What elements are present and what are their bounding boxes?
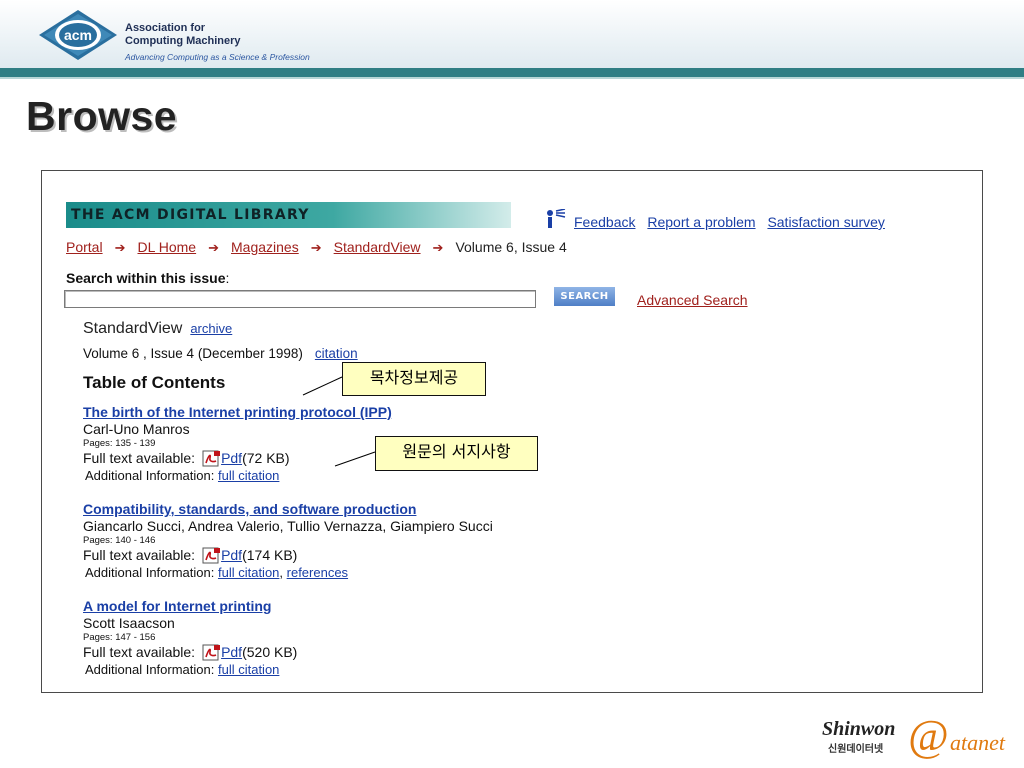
breadcrumb-current: Volume 6, Issue 4 (455, 239, 567, 255)
pdf-size: (174 KB) (242, 547, 298, 563)
pdf-link[interactable]: Pdf (221, 547, 242, 564)
breadcrumb-dl-home[interactable]: DL Home (137, 239, 196, 255)
breadcrumb-arrow-icon: ➔ (432, 240, 444, 255)
pdf-link[interactable]: Pdf (221, 450, 242, 467)
references-link[interactable]: references (287, 565, 348, 580)
fulltext-label: Full text available: (83, 547, 196, 563)
article-item: The birth of the Internet printing proto… (83, 404, 643, 484)
pdf-icon[interactable] (202, 450, 221, 467)
full-citation-link[interactable]: full citation (218, 468, 279, 483)
article-title-link[interactable]: The birth of the Internet printing proto… (83, 404, 643, 421)
full-citation-link[interactable]: full citation (218, 565, 279, 580)
publication-name: StandardView (83, 320, 183, 337)
article-title-link[interactable]: A model for Internet printing (83, 598, 643, 615)
article-additional: Additional Information: full citation, r… (85, 565, 349, 580)
report-problem-link[interactable]: Report a problem (647, 214, 755, 230)
at-logo-icon: @ (908, 711, 949, 760)
advanced-search-link[interactable]: Advanced Search (637, 292, 748, 308)
article-pages: Pages: 147 - 156 (83, 632, 156, 643)
search-label-bold: Search within this issue (66, 270, 226, 286)
breadcrumb-arrow-icon: ➔ (114, 240, 126, 255)
breadcrumb-portal[interactable]: Portal (66, 239, 103, 255)
header-rule (0, 68, 1024, 77)
feedback-icon[interactable] (545, 209, 567, 229)
breadcrumb-arrow-icon: ➔ (208, 240, 220, 255)
article-pages: Pages: 135 - 139 (83, 438, 156, 449)
search-input[interactable] (64, 290, 536, 308)
dl-banner: THE ACM DIGITAL LIBRARY (66, 202, 511, 228)
article-pages: Pages: 140 - 146 (83, 535, 156, 546)
fulltext-label: Full text available: (83, 644, 196, 660)
header-rule-light (0, 77, 1024, 79)
search-button[interactable]: SEARCH (554, 287, 615, 306)
acm-logo-icon: acm (39, 10, 117, 60)
toc-heading: Table of Contents (83, 373, 226, 392)
volume-line: Volume 6 , Issue 4 (December 1998) (83, 346, 303, 361)
citation-link[interactable]: citation (315, 346, 358, 361)
additional-label: Additional Information: (85, 468, 215, 483)
org-name: Association for Computing Machinery (125, 22, 241, 48)
digital-library-screenshot: THE ACM DIGITAL LIBRARY Feedback Report … (41, 170, 983, 693)
article-item: Compatibility, standards, and software p… (83, 501, 643, 581)
feedback-link[interactable]: Feedback (574, 214, 635, 230)
article-fulltext: Full text available: Pdf (72 KB) (83, 450, 643, 467)
breadcrumb-magazines[interactable]: Magazines (231, 239, 299, 255)
search-label-colon: : (225, 270, 230, 286)
full-citation-link[interactable]: full citation (218, 662, 279, 677)
pdf-link[interactable]: Pdf (221, 644, 242, 661)
satisfaction-survey-link[interactable]: Satisfaction survey (767, 214, 885, 230)
search-label: Search within this issue: (66, 270, 229, 286)
publication-header: StandardView archive (83, 320, 232, 338)
callout-bibliographic-info: 원문의 서지사항 (375, 436, 538, 471)
acm-logo-text: acm (64, 27, 92, 43)
org-name-line1: Association for (125, 22, 206, 34)
article-title-link[interactable]: Compatibility, standards, and software p… (83, 501, 643, 518)
article-authors: Carl-Uno Manros (83, 421, 190, 437)
shinwon-korean: 신원데이터넷 (828, 744, 884, 755)
breadcrumb: Portal ➔ DL Home ➔ Magazines ➔ StandardView ➔ Vo… (66, 239, 567, 256)
pdf-icon[interactable] (202, 644, 221, 661)
pdf-icon[interactable] (202, 547, 221, 564)
pdf-size: (520 KB) (242, 644, 298, 660)
pdf-size: (72 KB) (242, 450, 290, 466)
org-tagline: Advancing Computing as a Science & Profe… (125, 52, 310, 62)
shinwon-name: Shinwon (822, 718, 896, 740)
article-additional: Additional Information: full citation (85, 661, 643, 678)
org-name-line2: Computing Machinery (125, 35, 241, 47)
article-item: A model for Internet printing Scott Isaa… (83, 598, 643, 678)
shinwon-suffix: atanet (950, 730, 1005, 755)
additional-label: Additional Information: (85, 565, 215, 580)
article-fulltext: Full text available: Pdf (174 KB) (83, 547, 643, 564)
article-additional: Additional Information: full citation (85, 467, 643, 484)
fulltext-label: Full text available: (83, 450, 196, 466)
article-authors: Scott Isaacson (83, 615, 175, 631)
breadcrumb-arrow-icon: ➔ (310, 240, 322, 255)
top-links: Feedback Report a problem Satisfaction s… (574, 214, 893, 230)
slide-title: Browse (26, 93, 178, 139)
archive-link[interactable]: archive (190, 321, 232, 336)
article-authors: Giancarlo Succi, Andrea Valerio, Tullio … (83, 518, 493, 534)
additional-label: Additional Information: (85, 662, 215, 677)
dl-banner-title: THE ACM DIGITAL LIBRARY (71, 207, 310, 223)
article-fulltext: Full text available: Pdf (520 KB) (83, 644, 643, 661)
breadcrumb-standardview[interactable]: StandardView (334, 239, 421, 255)
callout-toc-info: 목차정보제공 (342, 362, 486, 396)
volume-info: Volume 6 , Issue 4 (December 1998) citati… (83, 346, 358, 361)
